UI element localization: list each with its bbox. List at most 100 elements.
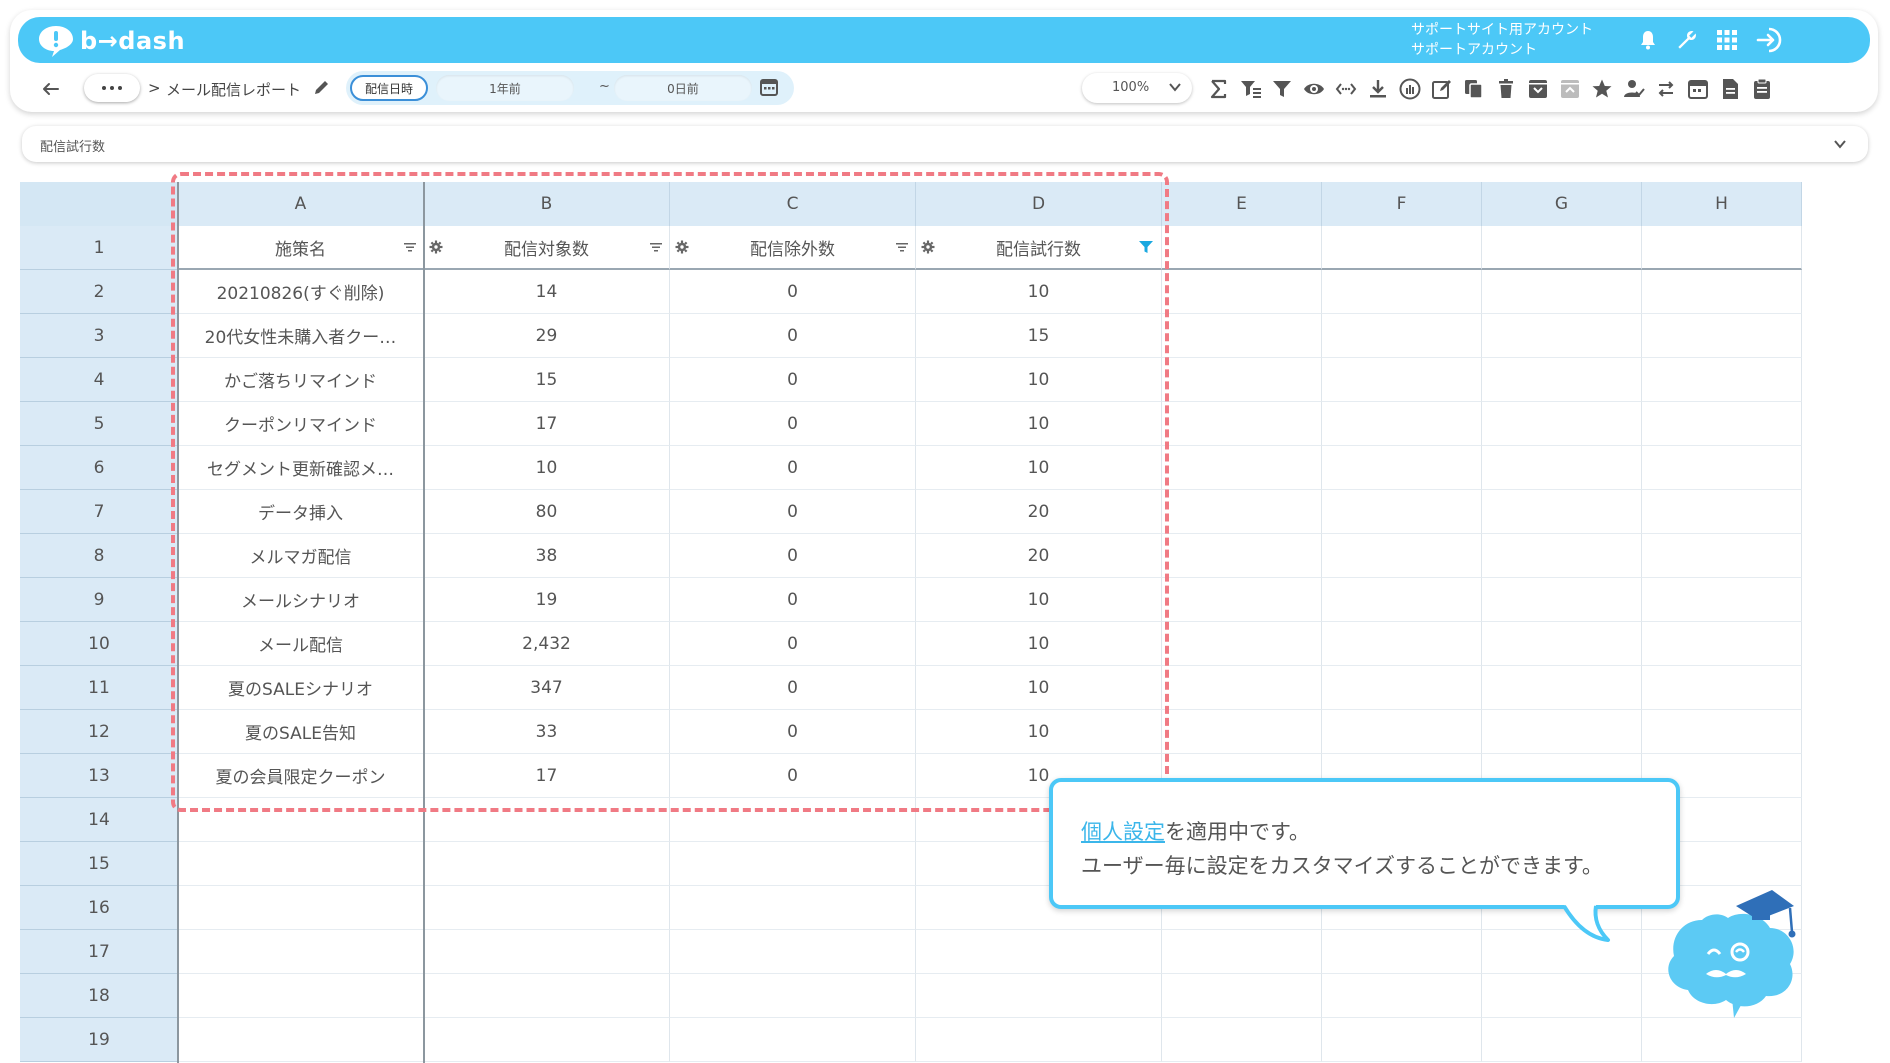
sort-icon[interactable] — [402, 239, 418, 255]
table-cell[interactable]: 0 — [670, 402, 916, 446]
wrench-icon[interactable] — [1672, 25, 1702, 55]
edit-title-pencil-icon[interactable] — [312, 77, 334, 99]
row-header[interactable]: 1 — [20, 226, 178, 270]
column-header-g[interactable]: G — [1482, 182, 1642, 226]
empty-cell[interactable] — [1322, 578, 1482, 622]
row-header[interactable]: 17 — [20, 930, 178, 974]
row-header[interactable]: 16 — [20, 886, 178, 930]
empty-cell[interactable] — [916, 1018, 1162, 1062]
filter-icon[interactable] — [1268, 75, 1296, 103]
table-cell[interactable]: 17 — [424, 402, 670, 446]
sort-icon[interactable] — [648, 239, 664, 255]
table-cell[interactable]: 0 — [670, 710, 916, 754]
row-header[interactable]: 13 — [20, 754, 178, 798]
empty-cell[interactable] — [1482, 534, 1642, 578]
header-cell[interactable]: 配信試行数 — [916, 226, 1162, 270]
empty-cell[interactable] — [424, 1018, 670, 1062]
empty-cell[interactable] — [1162, 270, 1322, 314]
empty-cell[interactable] — [670, 798, 916, 842]
table-cell[interactable]: 347 — [424, 666, 670, 710]
empty-cell[interactable] — [1162, 710, 1322, 754]
empty-cell[interactable] — [178, 1018, 424, 1062]
table-cell[interactable]: 10 — [916, 446, 1162, 490]
breadcrumb-more-button[interactable] — [84, 74, 140, 102]
empty-cell[interactable] — [1162, 490, 1322, 534]
empty-cell[interactable] — [670, 974, 916, 1018]
table-cell[interactable]: 夏のSALE告知 — [178, 710, 424, 754]
table-cell[interactable]: 80 — [424, 490, 670, 534]
table-cell[interactable]: 0 — [670, 754, 916, 798]
gear-icon[interactable] — [674, 239, 690, 255]
row-header[interactable]: 6 — [20, 446, 178, 490]
table-cell[interactable]: メルマガ配信 — [178, 534, 424, 578]
table-cell[interactable]: 33 — [424, 710, 670, 754]
back-arrow-icon[interactable] — [38, 76, 66, 102]
empty-cell[interactable] — [916, 930, 1162, 974]
header-cell[interactable]: 配信除外数 — [670, 226, 916, 270]
column-header-h[interactable]: H — [1642, 182, 1802, 226]
table-cell[interactable]: 10 — [916, 578, 1162, 622]
table-cell[interactable]: 10 — [916, 710, 1162, 754]
account-info[interactable]: サポートサイト用アカウント サポートアカウント — [1411, 20, 1593, 60]
header-cell[interactable]: 配信対象数 — [424, 226, 670, 270]
table-cell[interactable]: 0 — [670, 534, 916, 578]
empty-cell[interactable] — [1642, 578, 1802, 622]
empty-cell[interactable] — [178, 930, 424, 974]
empty-cell[interactable] — [424, 798, 670, 842]
table-cell[interactable]: 20 — [916, 534, 1162, 578]
row-header[interactable]: 7 — [20, 490, 178, 534]
empty-cell[interactable] — [670, 1018, 916, 1062]
empty-cell[interactable] — [1162, 534, 1322, 578]
table-cell[interactable]: 0 — [670, 270, 916, 314]
empty-cell[interactable] — [1482, 578, 1642, 622]
table-cell[interactable]: 20210826(すぐ削除) — [178, 270, 424, 314]
empty-cell[interactable] — [1642, 358, 1802, 402]
empty-cell[interactable] — [1642, 402, 1802, 446]
table-cell[interactable]: 2,432 — [424, 622, 670, 666]
row-header[interactable]: 3 — [20, 314, 178, 358]
empty-cell[interactable] — [1162, 666, 1322, 710]
empty-cell[interactable] — [1642, 534, 1802, 578]
row-header[interactable]: 18 — [20, 974, 178, 1018]
column-header-c[interactable]: C — [670, 182, 916, 226]
empty-cell[interactable] — [1322, 402, 1482, 446]
grid-corner[interactable] — [20, 182, 178, 226]
star-icon[interactable] — [1588, 75, 1616, 103]
table-cell[interactable]: 夏の会員限定クーポン — [178, 754, 424, 798]
empty-cell[interactable] — [670, 842, 916, 886]
table-cell[interactable]: 夏のSALEシナリオ — [178, 666, 424, 710]
empty-cell[interactable] — [1322, 534, 1482, 578]
row-header[interactable]: 14 — [20, 798, 178, 842]
column-header-d[interactable]: D — [916, 182, 1162, 226]
empty-cell[interactable] — [178, 886, 424, 930]
row-header[interactable]: 9 — [20, 578, 178, 622]
empty-cell[interactable] — [1482, 622, 1642, 666]
empty-cell[interactable] — [178, 842, 424, 886]
empty-cell[interactable] — [1322, 358, 1482, 402]
empty-cell[interactable] — [1642, 490, 1802, 534]
filter-settings-icon[interactable] — [1237, 75, 1265, 103]
table-cell[interactable]: 29 — [424, 314, 670, 358]
table-cell[interactable]: データ挿入 — [178, 490, 424, 534]
empty-cell[interactable] — [1162, 1018, 1322, 1062]
empty-cell[interactable] — [1322, 1018, 1482, 1062]
empty-cell[interactable] — [1482, 270, 1642, 314]
empty-cell[interactable] — [1642, 314, 1802, 358]
empty-cell[interactable] — [1162, 402, 1322, 446]
calendar-icon[interactable] — [1684, 75, 1712, 103]
empty-cell[interactable] — [1482, 358, 1642, 402]
empty-cell[interactable] — [670, 930, 916, 974]
document-icon[interactable] — [1716, 75, 1744, 103]
empty-cell[interactable] — [1642, 446, 1802, 490]
empty-cell[interactable] — [916, 974, 1162, 1018]
table-cell[interactable]: 0 — [670, 446, 916, 490]
table-cell[interactable]: 0 — [670, 622, 916, 666]
date-calendar-icon[interactable] — [758, 76, 784, 100]
row-header[interactable]: 19 — [20, 1018, 178, 1062]
table-cell[interactable]: 38 — [424, 534, 670, 578]
empty-cell[interactable] — [1482, 446, 1642, 490]
row-header[interactable]: 12 — [20, 710, 178, 754]
empty-cell[interactable] — [1322, 270, 1482, 314]
logout-icon[interactable] — [1755, 25, 1785, 55]
archive-icon[interactable] — [1524, 75, 1552, 103]
